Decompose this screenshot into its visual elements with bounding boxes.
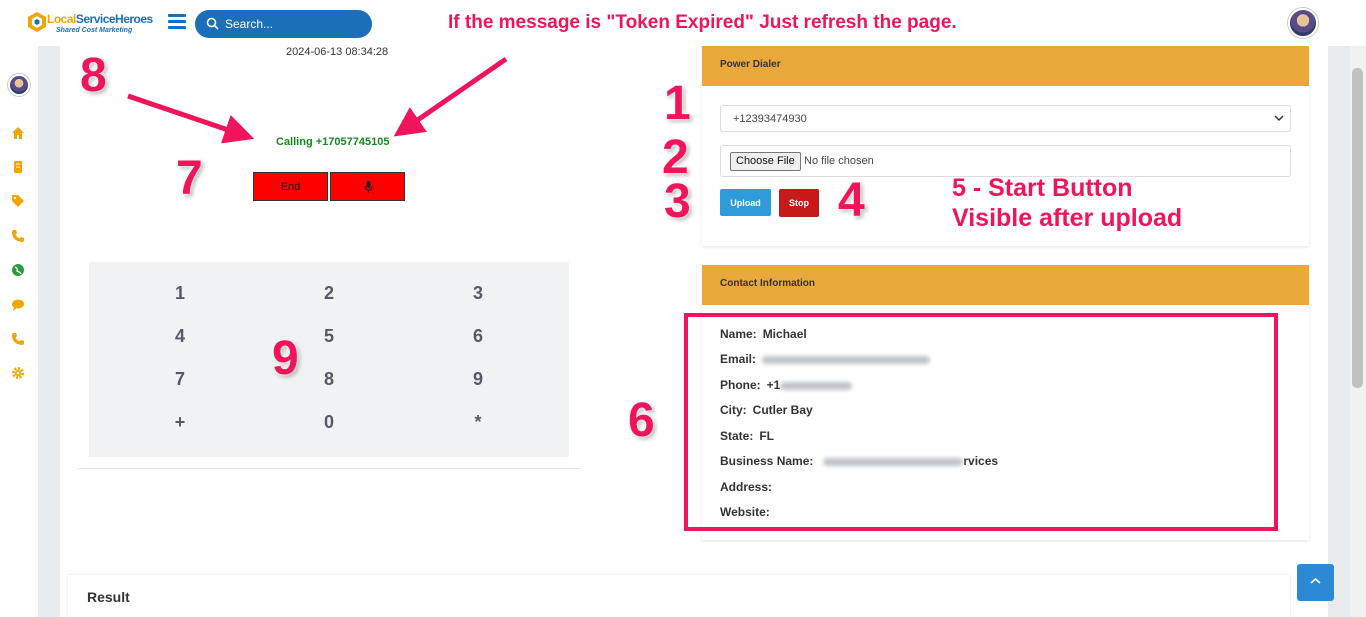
annotation-1: 1 [664,77,691,130]
annotation-7: 7 [176,152,203,205]
chevron-up-icon [1310,577,1321,584]
arrow-to-status-right [393,56,508,137]
result-card: Result [68,575,1290,617]
annotation-5-line1: 5 - Start Button [952,174,1133,202]
annotation-3: 3 [664,175,691,228]
annotation-8: 8 [80,49,107,102]
annotation-6: 6 [628,394,655,447]
annotation-4: 4 [838,174,865,227]
arrow-to-status-left [127,93,255,144]
result-title: Result [87,589,130,605]
annotation-5-note: 5 - Start Button Visible after upload [952,173,1182,233]
annotation-9: 9 [272,332,299,385]
annotation-5-line2: Visible after upload [952,204,1183,232]
scroll-to-top-button[interactable] [1297,564,1334,601]
